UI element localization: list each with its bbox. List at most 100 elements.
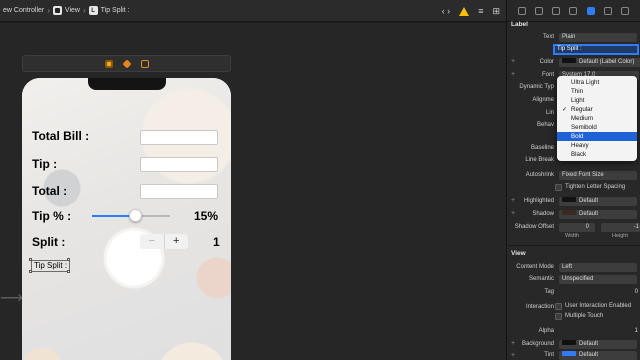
add-variation-icon[interactable]: + [511, 71, 515, 78]
breadcrumb-item-controller[interactable]: ew Controller [0, 7, 47, 14]
menu-item-regular[interactable]: ✓ Regular [557, 105, 637, 114]
tint-label: Tint [544, 352, 554, 358]
menu-item-label: Black [571, 151, 587, 158]
menu-item-thin[interactable]: Thin [557, 87, 637, 96]
shadow-width-field[interactable]: 0 [559, 223, 595, 232]
add-variation-icon[interactable]: + [511, 352, 515, 359]
size-inspector-icon[interactable] [604, 6, 613, 15]
section-divider [507, 245, 640, 246]
tip-label[interactable]: Tip : [32, 157, 57, 171]
attributes-inspector-icon[interactable] [586, 6, 595, 15]
warning-icon[interactable] [459, 6, 470, 16]
add-variation-icon[interactable]: + [511, 340, 515, 347]
total-field[interactable] [140, 184, 218, 199]
breadcrumb-label: ew Controller [3, 7, 45, 14]
file-inspector-icon[interactable] [517, 6, 526, 15]
color-popup[interactable]: Default (Label Color) [559, 58, 640, 67]
increment-button[interactable]: + [165, 234, 189, 249]
menu-item-semibold[interactable]: Semibold [557, 123, 637, 132]
menu-item-black[interactable]: Black [557, 150, 637, 159]
color-swatch [562, 197, 576, 202]
line-break-label: Line Break [525, 157, 554, 163]
history-icon[interactable] [534, 6, 543, 15]
resize-handle[interactable] [67, 258, 70, 261]
first-responder-icon[interactable] [121, 58, 132, 69]
semantic-popup[interactable]: Unspecified [559, 275, 637, 284]
decrement-button[interactable]: − [140, 234, 165, 249]
iphone-scene[interactable]: Total Bill : Tip : Total : Tip % : 15% S… [22, 78, 231, 360]
menu-item-label: Semibold [571, 124, 597, 131]
alpha-field[interactable]: 1 [559, 327, 640, 336]
menu-item-label: Bold [571, 133, 584, 140]
split-value[interactable]: 1 [213, 235, 220, 249]
add-variation-icon[interactable]: + [511, 58, 515, 65]
total-label[interactable]: Total : [32, 184, 67, 198]
add-variation-icon[interactable]: + [511, 210, 515, 217]
menu-item-label: Heavy [571, 142, 589, 149]
view-controller-icon[interactable] [104, 59, 113, 68]
jump-bar: ew Controller › View › L Tip Split : ‹ ›… [0, 0, 506, 22]
exit-icon[interactable] [140, 59, 149, 68]
user-interaction-checkbox[interactable] [555, 303, 562, 310]
split-label[interactable]: Split : [32, 235, 65, 249]
slider-thumb[interactable] [128, 209, 142, 222]
highlighted-label: Highlighted [523, 198, 554, 204]
help-icon[interactable] [552, 6, 561, 15]
tip-percent-value[interactable]: 15% [194, 209, 218, 223]
shadow-value: Default [579, 211, 599, 217]
interaction-label: Interaction [525, 304, 554, 310]
nav-back-forward-icon[interactable]: ‹ › [442, 6, 451, 16]
storyboard-canvas[interactable]: ⟶ Total Bill : Tip : Total : Tip % : 15%… [0, 23, 506, 360]
editor-split-icon[interactable]: ⊞ [492, 6, 500, 17]
resize-handle[interactable] [67, 270, 70, 273]
tint-popup[interactable]: Default [559, 351, 637, 360]
total-bill-field[interactable] [140, 130, 218, 145]
tip-split-label-selected[interactable]: Tip Split : [31, 260, 71, 272]
inspector-tabs [507, 0, 640, 22]
multiple-touch-checkbox[interactable] [555, 313, 562, 320]
highlighted-value: Default [579, 198, 599, 204]
menu-item-heavy[interactable]: Heavy [557, 141, 637, 150]
breadcrumb-item-view[interactable]: View [50, 6, 83, 15]
menu-item-label: Light [571, 97, 585, 104]
text-value-field[interactable]: Tip Split : [553, 44, 639, 55]
tag-label: Tag [544, 289, 554, 295]
shadow-height-field[interactable]: -1 [601, 223, 640, 232]
font-weight-menu[interactable]: Ultra Light Thin Light ✓ Regular Medium Semibo… [557, 76, 637, 161]
menu-item-ultra-light[interactable]: Ultra Light [557, 78, 637, 87]
resize-handle[interactable] [29, 270, 32, 273]
tag-field[interactable]: 0 [559, 288, 640, 297]
menu-item-medium[interactable]: Medium [557, 114, 637, 123]
list-icon[interactable]: ≡ [478, 6, 483, 16]
background-popup[interactable]: Default [559, 340, 637, 349]
entry-point-arrow-icon[interactable]: ⟶ [0, 291, 23, 307]
identity-inspector-icon[interactable] [569, 6, 578, 15]
resize-handle[interactable] [29, 258, 32, 261]
split-stepper[interactable]: − + [140, 234, 188, 249]
color-row-label: Color [539, 59, 554, 65]
user-interaction-label: User Interaction Enabled [565, 303, 632, 309]
autoshrink-popup[interactable]: Fixed Font Size [559, 171, 637, 180]
content-mode-popup[interactable]: Left [559, 263, 637, 272]
font-row-label: Font [541, 72, 554, 78]
tip-field[interactable] [140, 157, 218, 172]
menu-item-label: Thin [571, 88, 584, 95]
label-icon: L [88, 6, 98, 15]
menu-item-light[interactable]: Light [557, 96, 637, 105]
background-value: Default [579, 341, 599, 347]
device-notch [88, 78, 166, 90]
highlighted-popup[interactable]: Default [559, 197, 637, 206]
view-section-title: View [511, 250, 526, 257]
total-bill-label[interactable]: Total Bill : [32, 129, 89, 143]
menu-item-bold[interactable]: Bold [557, 132, 637, 141]
color-swatch [562, 210, 576, 215]
add-variation-icon[interactable]: + [511, 197, 515, 204]
shadow-popup[interactable]: Default [559, 210, 637, 219]
connections-inspector-icon[interactable] [621, 6, 630, 15]
background-label: Background [521, 341, 554, 347]
behavior-label: Behav [536, 122, 554, 128]
text-type-popup[interactable]: Plain [559, 33, 637, 42]
tighten-spacing-checkbox[interactable] [555, 184, 562, 191]
breadcrumb-item-label[interactable]: L Tip Split : [86, 6, 133, 15]
tip-percent-label[interactable]: Tip % : [32, 209, 71, 223]
